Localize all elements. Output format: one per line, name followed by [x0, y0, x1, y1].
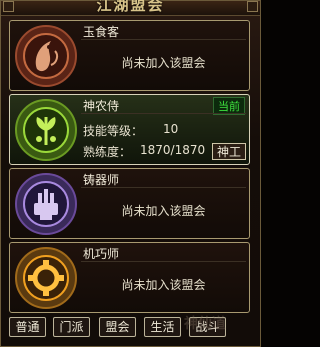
fish-emblem-icon [15, 25, 77, 87]
watermark-logo: 神仙道 [184, 316, 226, 332]
profession-card-smith[interactable]: 铸器师 尚未加入该盟会 [9, 168, 250, 239]
divine-craft-button[interactable]: 神工 [212, 143, 246, 160]
proficiency-value: 1870/1870 [140, 143, 206, 157]
profession-card-mechanist[interactable]: 机巧师 尚未加入该盟会 [9, 242, 250, 313]
forge-emblem-icon [15, 173, 77, 235]
proficiency-label: 熟练度： [83, 145, 132, 159]
divider [81, 187, 246, 188]
skill-level-value: 10 [163, 122, 179, 136]
profession-name: 神农侍 [83, 99, 120, 113]
membership-status: 尚未加入该盟会 [121, 56, 206, 70]
tab-general[interactable]: 普通 [9, 317, 46, 337]
profession-card-herbalist[interactable]: 神农侍 当前 技能等级： 10 熟练度： 1870/1870 神工 [9, 94, 250, 165]
profession-card-chef[interactable]: 玉食客 尚未加入该盟会 [9, 20, 250, 91]
membership-status: 尚未加入该盟会 [121, 278, 206, 292]
profession-name: 铸器师 [83, 173, 120, 187]
title-bar: 江湖盟会 [1, 0, 260, 16]
membership-status: 尚未加入该盟会 [121, 204, 206, 218]
guild-window: 江湖盟会 玉食客 尚未加入该盟会 神农侍 当前 技能等级： 10 熟练度： 18… [0, 0, 261, 347]
profession-name: 玉食客 [83, 25, 120, 39]
skill-level-label: 技能等级： [83, 124, 144, 138]
tab-life[interactable]: 生活 [144, 317, 181, 337]
close-button[interactable] [247, 1, 258, 12]
tab-guild[interactable]: 盟会 [99, 317, 136, 337]
profession-name: 机巧师 [83, 247, 120, 261]
divider [81, 39, 246, 40]
herb-emblem-icon [15, 99, 77, 161]
divider [81, 113, 246, 114]
divider [81, 261, 246, 262]
tab-sect[interactable]: 门派 [53, 317, 90, 337]
window-title: 江湖盟会 [96, 0, 165, 14]
gear-emblem-icon [15, 247, 77, 309]
